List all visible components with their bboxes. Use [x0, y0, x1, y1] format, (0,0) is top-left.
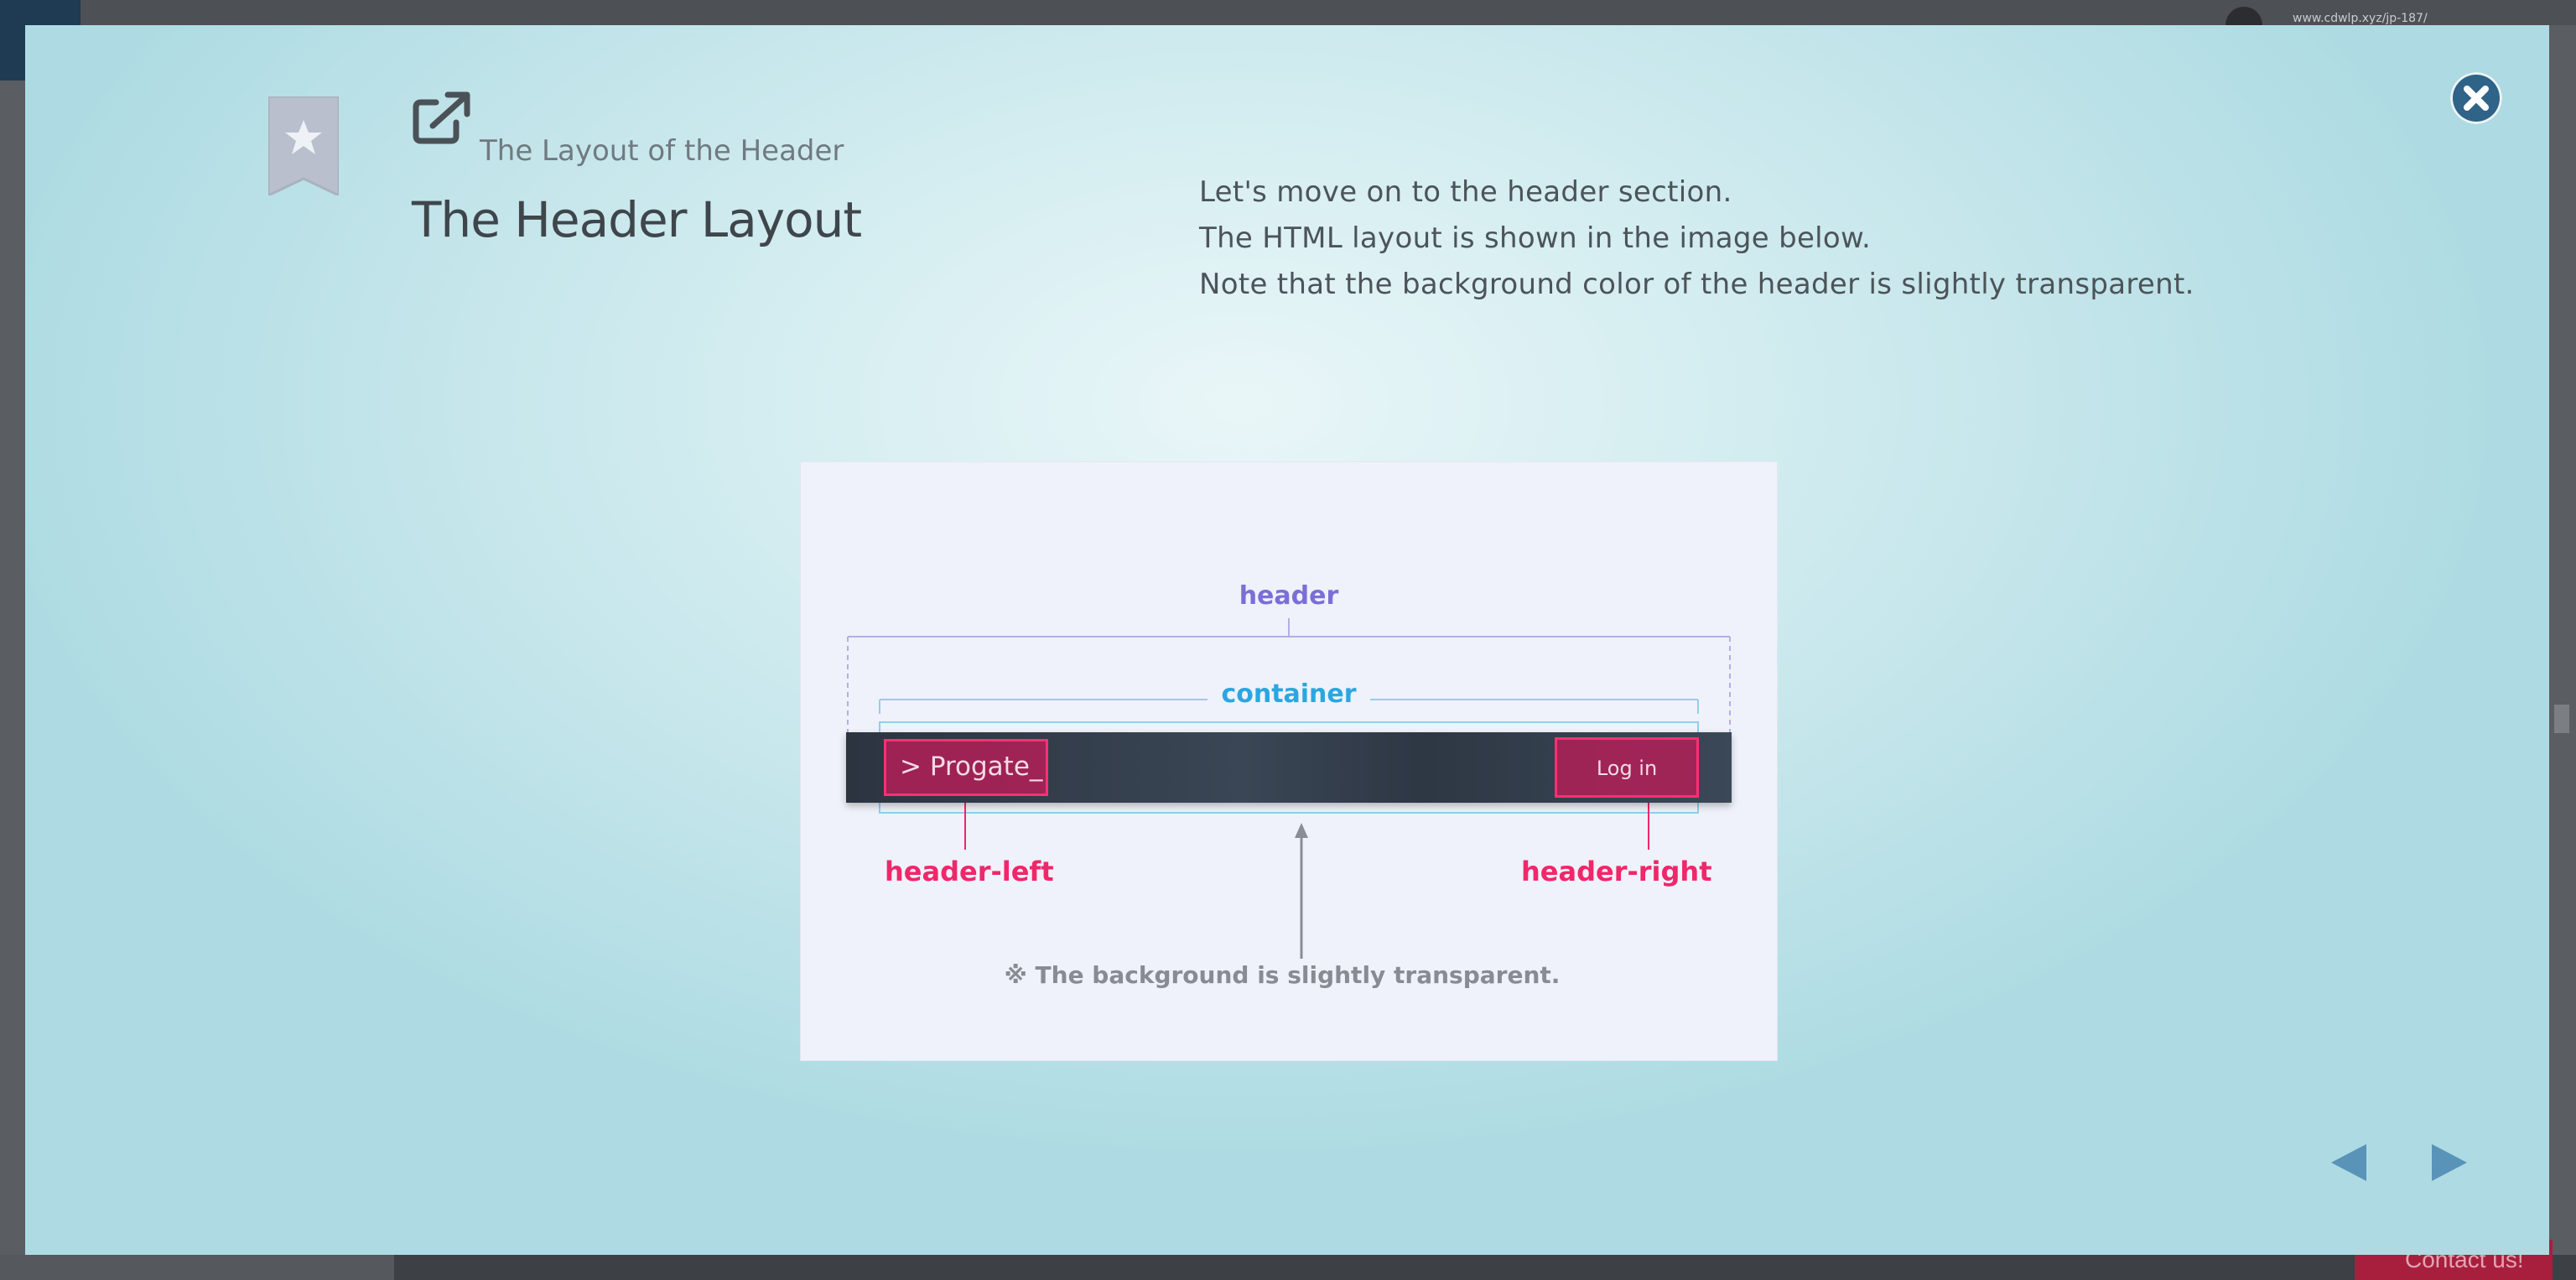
arrow-right-icon[interactable]	[2428, 1141, 2470, 1184]
description-line: Note that the background color of the he…	[1199, 268, 2194, 301]
background-topbar	[0, 0, 2576, 25]
slide-description: Let's move on to the header section. The…	[1199, 169, 2194, 308]
close-icon	[2464, 86, 2489, 111]
login-text: Log in	[1596, 757, 1658, 780]
description-line: The HTML layout is shown in the image be…	[1199, 221, 1872, 255]
progate-logo-text: > Progate_	[900, 752, 1043, 782]
arrow-left-icon[interactable]	[2328, 1141, 2370, 1184]
container-label: container	[801, 679, 1777, 709]
close-button[interactable]	[2450, 72, 2502, 124]
bookmark-star-icon[interactable]	[268, 96, 339, 195]
header-right-box: Log in	[1555, 737, 1699, 798]
background-panel	[0, 1255, 394, 1280]
header-right-label: header-right	[1521, 856, 1712, 887]
transparency-note: ※ The background is slightly transparent…	[1004, 961, 1561, 989]
slide-modal: The Layout of the Header The Header Layo…	[25, 25, 2549, 1255]
description-line: Let's move on to the header section.	[1199, 175, 1732, 209]
page-title: The Header Layout	[412, 191, 862, 248]
container-label-text: container	[1208, 679, 1370, 709]
header-layout-diagram: header container > Progate_ Log in heade…	[801, 462, 1777, 1060]
background-url: www.cdwlp.xyz/jp-187/	[2293, 12, 2428, 25]
background-scrollbar[interactable]	[2554, 705, 2569, 733]
header-left-label: header-left	[885, 856, 1054, 887]
header-bar-mockup: > Progate_ Log in	[846, 732, 1732, 803]
external-link-icon	[413, 91, 470, 144]
page-subtitle: The Layout of the Header	[480, 134, 844, 168]
header-label: header	[1239, 581, 1339, 611]
header-left-box: > Progate_	[884, 739, 1048, 796]
